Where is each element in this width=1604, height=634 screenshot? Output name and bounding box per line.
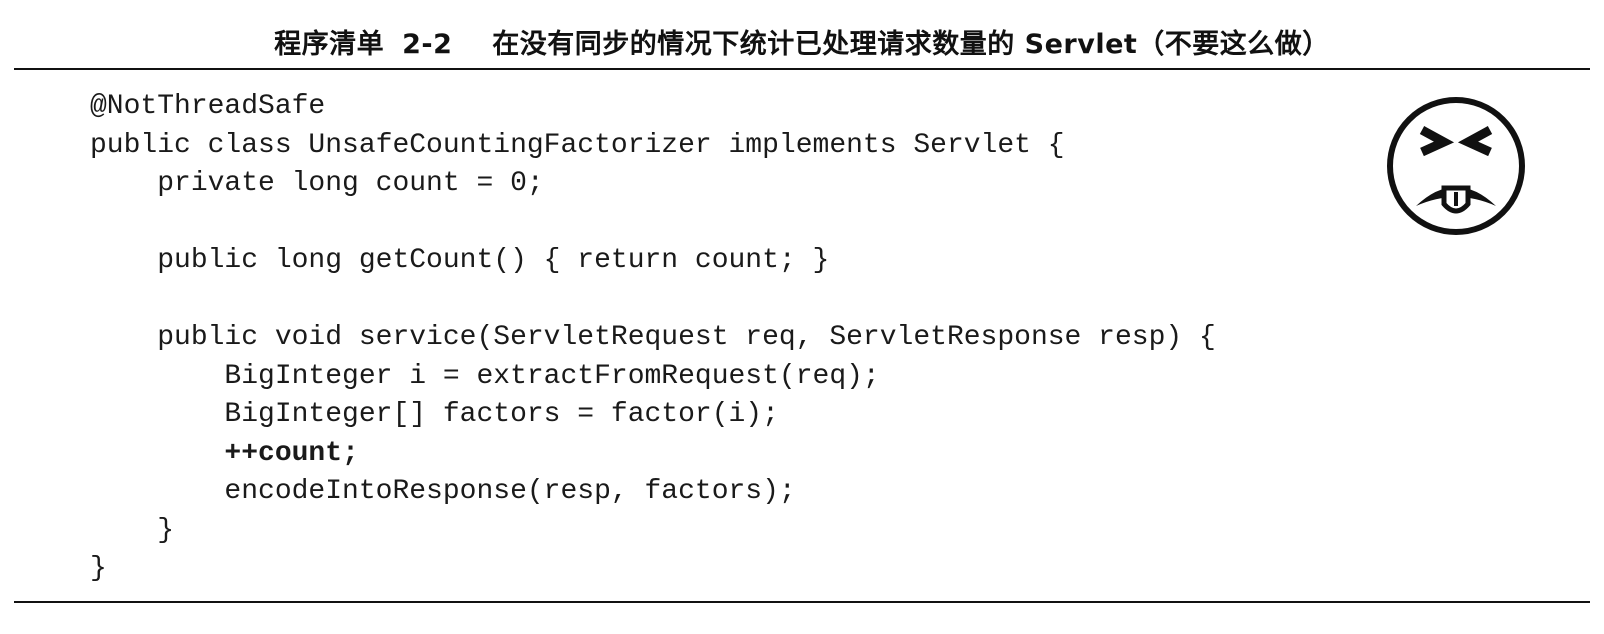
listing-label: 程序清单	[274, 29, 385, 60]
bad-practice-face-icon	[1387, 97, 1525, 235]
code-line-extract-request: BigInteger i = extractFromRequest(req);	[90, 360, 880, 392]
code-line-annotation: @NotThreadSafe	[90, 91, 326, 122]
code-line-method-close: }	[90, 514, 175, 546]
code-line-service-method: public void service(ServletRequest req, …	[90, 322, 1216, 353]
code-line-count-field: private long count = 0;	[90, 168, 544, 199]
code-line-class-close: }	[90, 553, 107, 584]
code-block: @NotThreadSafe public class UnsafeCountin…	[90, 88, 1216, 589]
top-divider	[14, 68, 1590, 70]
listing-number: 2-2	[402, 29, 453, 60]
bottom-divider	[14, 601, 1590, 603]
listing-title: 在没有同步的情况下统计已处理请求数量的 Servlet（不要这么做）	[492, 29, 1330, 60]
listing-caption: 程序清单 2-2 在没有同步的情况下统计已处理请求数量的 Servlet（不要这…	[0, 22, 1604, 61]
code-line-getcount-method: public long getCount() { return count; }	[90, 245, 830, 276]
code-line-increment-count: ++count;	[90, 437, 359, 469]
code-line-factor: BigInteger[] factors = factor(i);	[90, 399, 779, 430]
code-line-encode-response: encodeIntoResponse(resp, factors);	[90, 476, 796, 507]
code-line-class-declaration: public class UnsafeCountingFactorizer im…	[90, 129, 1065, 161]
